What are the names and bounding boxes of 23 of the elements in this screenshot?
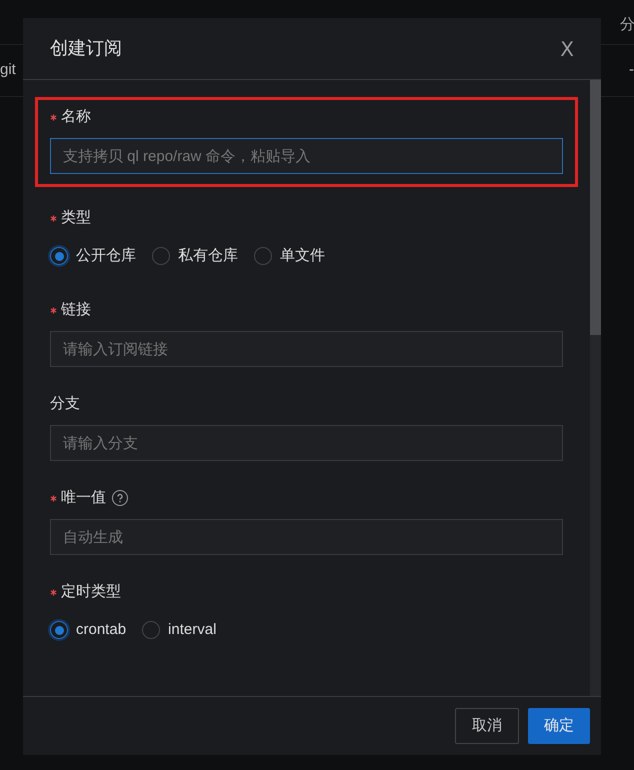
radio-option[interactable]: crontab: [50, 618, 126, 642]
field-label: 定时类型: [61, 582, 121, 602]
input-field[interactable]: 请输入分支: [50, 425, 563, 461]
radio-option[interactable]: 私有仓库: [152, 244, 238, 268]
field-label: 类型: [61, 208, 91, 228]
cancel-button[interactable]: 取消: [455, 708, 519, 744]
table-cell-text: git: [0, 60, 16, 80]
field-label: 唯一值: [61, 488, 106, 508]
table-cell-text: -: [629, 60, 634, 80]
field-label: 链接: [61, 300, 91, 320]
dialog-title: 创建订阅: [50, 37, 122, 60]
radio-option[interactable]: 公开仓库: [50, 244, 136, 268]
scrollbar[interactable]: [590, 80, 601, 696]
help-icon[interactable]: [112, 490, 128, 506]
confirm-button[interactable]: 确定: [528, 708, 590, 744]
input-field[interactable]: 支持拷贝 ql repo/raw 命令，粘贴导入: [50, 138, 563, 174]
close-button[interactable]: X: [560, 34, 574, 64]
radio-option[interactable]: 单文件: [254, 244, 325, 268]
field-label: 分支: [50, 394, 80, 414]
input-field[interactable]: 自动生成: [50, 519, 563, 555]
radio-option[interactable]: interval: [142, 618, 216, 642]
field-label: 名称: [61, 106, 91, 127]
input-field[interactable]: 请输入订阅链接: [50, 331, 563, 367]
